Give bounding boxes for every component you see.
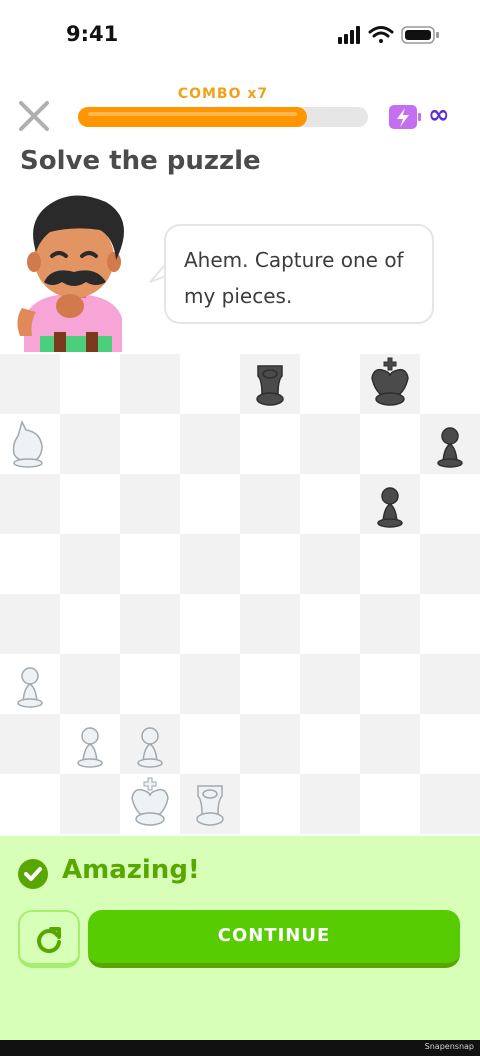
board-square-g2[interactable]: [360, 714, 420, 774]
board-square-h2[interactable]: [420, 714, 480, 774]
board-square-f4[interactable]: [300, 594, 360, 654]
white-knight-piece-a7[interactable]: [0, 414, 60, 474]
board-square-g4[interactable]: [360, 594, 420, 654]
board-square-c8[interactable]: [120, 354, 180, 414]
board-square-c5[interactable]: [120, 534, 180, 594]
board-square-f7[interactable]: [300, 414, 360, 474]
board-square-a8[interactable]: [0, 354, 60, 414]
board-square-h5[interactable]: [420, 534, 480, 594]
page-title: Solve the puzzle: [20, 146, 261, 176]
board-square-e2[interactable]: [240, 714, 300, 774]
close-button[interactable]: [16, 98, 52, 134]
board-square-d3[interactable]: [180, 654, 240, 714]
energy-infinity-label: ∞: [428, 100, 450, 130]
board-square-f8[interactable]: [300, 354, 360, 414]
close-icon: [19, 101, 49, 131]
board-square-a4[interactable]: [0, 594, 60, 654]
board-square-g1[interactable]: [360, 774, 420, 834]
board-square-b7[interactable]: [60, 414, 120, 474]
board-square-h6[interactable]: [420, 474, 480, 534]
board-square-d5[interactable]: [180, 534, 240, 594]
board-square-e6[interactable]: [240, 474, 300, 534]
board-square-a1[interactable]: [0, 774, 60, 834]
board-square-b6[interactable]: [60, 474, 120, 534]
board-square-e7[interactable]: [240, 414, 300, 474]
board-square-c3[interactable]: [120, 654, 180, 714]
lesson-progress-bar: [78, 107, 368, 127]
board-square-e3[interactable]: [240, 654, 300, 714]
progress-shine: [88, 112, 297, 116]
board-square-g3[interactable]: [360, 654, 420, 714]
wifi-icon: [368, 26, 394, 43]
board-square-h3[interactable]: [420, 654, 480, 714]
combo-label: COMBO x7: [177, 86, 269, 102]
black-rook-piece-e8[interactable]: [240, 354, 300, 414]
board-square-a6[interactable]: [0, 474, 60, 534]
board-square-h1[interactable]: [420, 774, 480, 834]
board-square-b4[interactable]: [60, 594, 120, 654]
bottom-bar: Snapensnap: [0, 1040, 480, 1056]
chess-board[interactable]: [0, 354, 480, 834]
board-square-f3[interactable]: [300, 654, 360, 714]
board-square-a5[interactable]: [0, 534, 60, 594]
progress-fill: [78, 107, 307, 127]
board-square-f1[interactable]: [300, 774, 360, 834]
retry-button[interactable]: [18, 910, 80, 968]
continue-label: CONTINUE: [217, 925, 331, 946]
status-icons: [338, 24, 442, 50]
board-square-g7[interactable]: [360, 414, 420, 474]
board-square-b3[interactable]: [60, 654, 120, 714]
speech-text: Ahem. Capture one of my pieces.: [184, 248, 404, 308]
board-square-b5[interactable]: [60, 534, 120, 594]
white-pawn-piece-a3[interactable]: [0, 654, 60, 714]
black-pawn-piece-g6[interactable]: [360, 474, 420, 534]
board-square-d4[interactable]: [180, 594, 240, 654]
board-square-d8[interactable]: [180, 354, 240, 414]
board-square-b1[interactable]: [60, 774, 120, 834]
board-square-e1[interactable]: [240, 774, 300, 834]
black-king-piece-g8[interactable]: [360, 354, 420, 414]
board-square-a2[interactable]: [0, 714, 60, 774]
board-square-e4[interactable]: [240, 594, 300, 654]
watermark: Snapensnap: [424, 1042, 474, 1051]
retry-icon: [37, 927, 61, 954]
speech-bubble: Ahem. Capture one of my pieces.: [164, 224, 434, 324]
board-square-b8[interactable]: [60, 354, 120, 414]
board-square-g5[interactable]: [360, 534, 420, 594]
white-pawn-piece-b2[interactable]: [60, 714, 120, 774]
board-square-c7[interactable]: [120, 414, 180, 474]
white-king-piece-c1[interactable]: [120, 774, 180, 834]
battery-icon: [401, 26, 439, 44]
board-square-c6[interactable]: [120, 474, 180, 534]
board-square-h4[interactable]: [420, 594, 480, 654]
status-bar: 9:41: [0, 0, 480, 70]
board-square-f2[interactable]: [300, 714, 360, 774]
black-pawn-piece-h7[interactable]: [420, 414, 480, 474]
white-pawn-piece-c2[interactable]: [120, 714, 180, 774]
board-square-d7[interactable]: [180, 414, 240, 474]
board-square-d6[interactable]: [180, 474, 240, 534]
cellular-signal-icon: [338, 26, 360, 44]
feedback-message: Amazing!: [62, 855, 200, 885]
status-time: 9:41: [66, 22, 119, 46]
check-circle-icon: [18, 859, 48, 889]
board-square-h8[interactable]: [420, 354, 480, 414]
board-square-d2[interactable]: [180, 714, 240, 774]
white-rook-piece-d1[interactable]: [180, 774, 240, 834]
feedback-panel: Amazing! CONTINUE: [0, 836, 480, 1040]
continue-button[interactable]: CONTINUE: [88, 910, 460, 968]
board-square-f5[interactable]: [300, 534, 360, 594]
character-illustration: [14, 190, 134, 356]
board-square-e5[interactable]: [240, 534, 300, 594]
board-square-f6[interactable]: [300, 474, 360, 534]
board-square-c4[interactable]: [120, 594, 180, 654]
energy-icon[interactable]: [388, 104, 422, 134]
